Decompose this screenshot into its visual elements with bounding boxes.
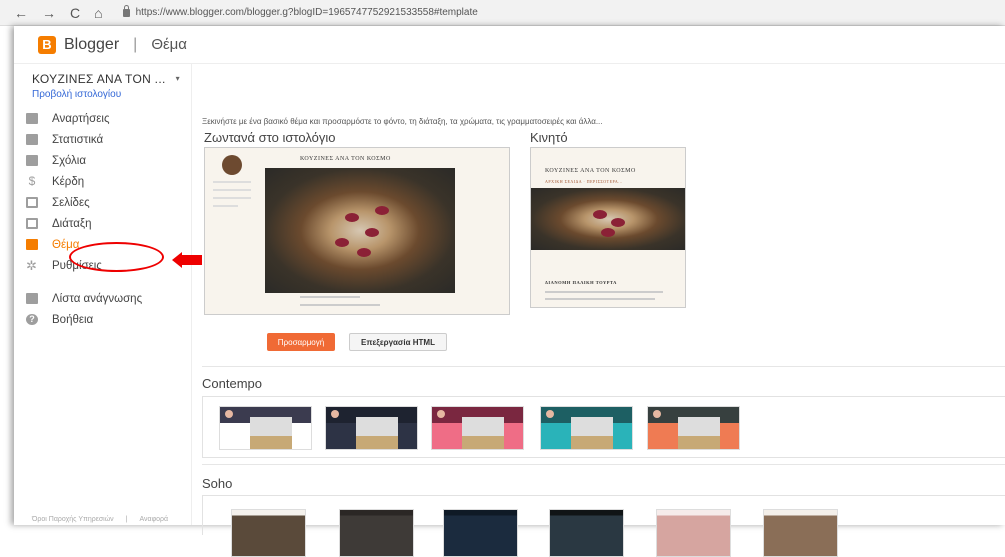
arrow-shaft xyxy=(180,255,202,265)
live-heading: Ζωντανά στο ιστολόγιο xyxy=(204,130,336,145)
customize-button[interactable]: Προσαρμογή xyxy=(267,333,335,351)
theme-variant[interactable] xyxy=(549,509,624,557)
url-text: https://www.blogger.com/blogger.g?blogID… xyxy=(135,7,478,18)
theme-variant[interactable] xyxy=(656,509,731,557)
sidebar-item-label: Στατιστικά xyxy=(52,133,104,146)
preview-blog-title: ΚΟΥΖΙΝΕΣ ΑΝΑ ΤΟΝ ΚΟΣΜΟ xyxy=(300,156,391,162)
theme-variant[interactable] xyxy=(325,406,418,450)
blogger-app: B Blogger | Θέμα ΚΟΥΖΙΝΕΣ ΑΝΑ ΤΟΝ ... ▾ … xyxy=(14,26,1005,557)
mobile-subnav: ΑΡΧΙΚΗ ΣΕΛΙΔΑ · ΠΕΡΙΣΣΟΤΕΡΑ... xyxy=(545,179,623,184)
theme-variant[interactable] xyxy=(219,406,312,450)
theme-variant[interactable] xyxy=(540,406,633,450)
mobile-preview[interactable]: ΚΟΥΖΙΝΕΣ ΑΝΑ ΤΟΝ ΚΟΣΜΟ ΑΡΧΙΚΗ ΣΕΛΙΔΑ · Π… xyxy=(530,147,686,308)
stats-icon xyxy=(26,134,38,145)
avatar xyxy=(222,155,242,175)
reading-list-icon xyxy=(26,293,38,304)
sidebar-item-label: Σχόλια xyxy=(52,154,86,167)
theme-main: Ξεκινήστε με ένα βασικό θέμα και προσαρμ… xyxy=(202,64,1005,557)
sidebar-item-stats[interactable]: Στατιστικά xyxy=(26,129,142,150)
sidebar-item-pages[interactable]: Σελίδες xyxy=(26,192,142,213)
reload-icon[interactable]: C xyxy=(70,6,80,20)
sidebar-item-label: Βοήθεια xyxy=(52,313,94,326)
theme-group-title: Contempo xyxy=(202,376,262,391)
sidebar-menu: Αναρτήσεις Στατιστικά Σχόλια $ Κέρδη Σελί… xyxy=(26,108,142,330)
chevron-down-icon: ▾ xyxy=(175,74,180,83)
browser-toolbar: ← → C ⌂ https://www.blogger.com/blogger.… xyxy=(0,0,1005,26)
sidebar: ΚΟΥΖΙΝΕΣ ΑΝΑ ΤΟΝ ... ▾ Προβολή ιστολογίο… xyxy=(14,64,192,525)
theme-variant[interactable] xyxy=(231,509,306,557)
sidebar-item-posts[interactable]: Αναρτήσεις xyxy=(26,108,142,129)
earnings-icon: $ xyxy=(28,174,36,188)
highlight-circle xyxy=(69,242,164,272)
sidebar-item-comments[interactable]: Σχόλια xyxy=(26,150,142,171)
edit-html-button[interactable]: Επεξεργασία HTML xyxy=(349,333,447,351)
posts-icon xyxy=(26,113,38,124)
theme-variant[interactable] xyxy=(339,509,414,557)
help-icon: ? xyxy=(26,314,38,325)
sidebar-item-label: Αναρτήσεις xyxy=(52,112,110,125)
lock-icon xyxy=(122,4,130,17)
blog-name: ΚΟΥΖΙΝΕΣ ΑΝΑ ΤΟΝ ... xyxy=(32,72,166,86)
preview-sidebar xyxy=(211,153,253,303)
report-link[interactable]: Αναφορά xyxy=(140,516,169,523)
live-preview[interactable]: ΚΟΥΖΙΝΕΣ ΑΝΑ ΤΟΝ ΚΟΣΜΟ xyxy=(204,147,510,315)
theme-variant[interactable] xyxy=(431,406,524,450)
sidebar-footer: Όροι Παροχής Υπηρεσιών | Αναφορά xyxy=(32,516,168,523)
soho-themes xyxy=(202,495,1005,557)
mobile-post-title: ΔΙΑΝΟΜΗ ΠΑΛΙΚΗ ΤΟΥΡΤΑ xyxy=(545,280,617,285)
sidebar-item-reading-list[interactable]: Λίστα ανάγνωσης xyxy=(26,288,142,309)
brand-name[interactable]: Blogger xyxy=(64,36,119,54)
intro-text: Ξεκινήστε με ένα βασικό θέμα και προσαρμ… xyxy=(202,117,603,126)
page-title: Θέμα xyxy=(151,36,187,53)
comments-icon xyxy=(26,155,38,166)
preview-photo xyxy=(265,168,455,293)
blog-selector[interactable]: ΚΟΥΖΙΝΕΣ ΑΝΑ ΤΟΝ ... ▾ xyxy=(32,72,180,86)
settings-icon: ✲ xyxy=(26,258,37,273)
header-separator: | xyxy=(133,35,138,53)
pages-icon xyxy=(26,197,38,208)
forward-icon[interactable]: → xyxy=(42,6,56,20)
footer-divider: | xyxy=(125,516,128,523)
sidebar-item-layout[interactable]: Διάταξη xyxy=(26,213,142,234)
theme-group-title: Soho xyxy=(202,476,233,491)
blogger-logo-icon[interactable]: B xyxy=(38,35,56,54)
theme-icon xyxy=(26,239,38,250)
view-blog-link[interactable]: Προβολή ιστολογίου xyxy=(32,89,121,100)
mobile-blog-title: ΚΟΥΖΙΝΕΣ ΑΝΑ ΤΟΝ ΚΟΣΜΟ xyxy=(545,168,636,174)
layout-icon xyxy=(26,218,38,229)
back-icon[interactable]: ← xyxy=(14,6,28,20)
theme-variant[interactable] xyxy=(763,509,838,557)
home-icon[interactable]: ⌂ xyxy=(94,6,102,20)
mobile-heading: Κινητό xyxy=(530,130,568,145)
terms-link[interactable]: Όροι Παροχής Υπηρεσιών xyxy=(32,516,114,523)
sidebar-item-earnings[interactable]: $ Κέρδη xyxy=(26,171,142,192)
app-header: B Blogger | Θέμα xyxy=(14,26,1005,64)
contempo-themes xyxy=(202,396,1005,458)
address-bar[interactable]: https://www.blogger.com/blogger.g?blogID… xyxy=(122,4,478,18)
mobile-photo xyxy=(531,188,685,250)
sidebar-item-help[interactable]: ? Βοήθεια xyxy=(26,309,142,330)
sidebar-item-label: Διάταξη xyxy=(52,217,92,230)
theme-variant[interactable] xyxy=(443,509,518,557)
theme-variant[interactable] xyxy=(647,406,740,450)
sidebar-item-label: Κέρδη xyxy=(52,175,85,188)
sidebar-item-label: Λίστα ανάγνωσης xyxy=(52,292,143,305)
sidebar-item-label: Σελίδες xyxy=(52,196,90,209)
